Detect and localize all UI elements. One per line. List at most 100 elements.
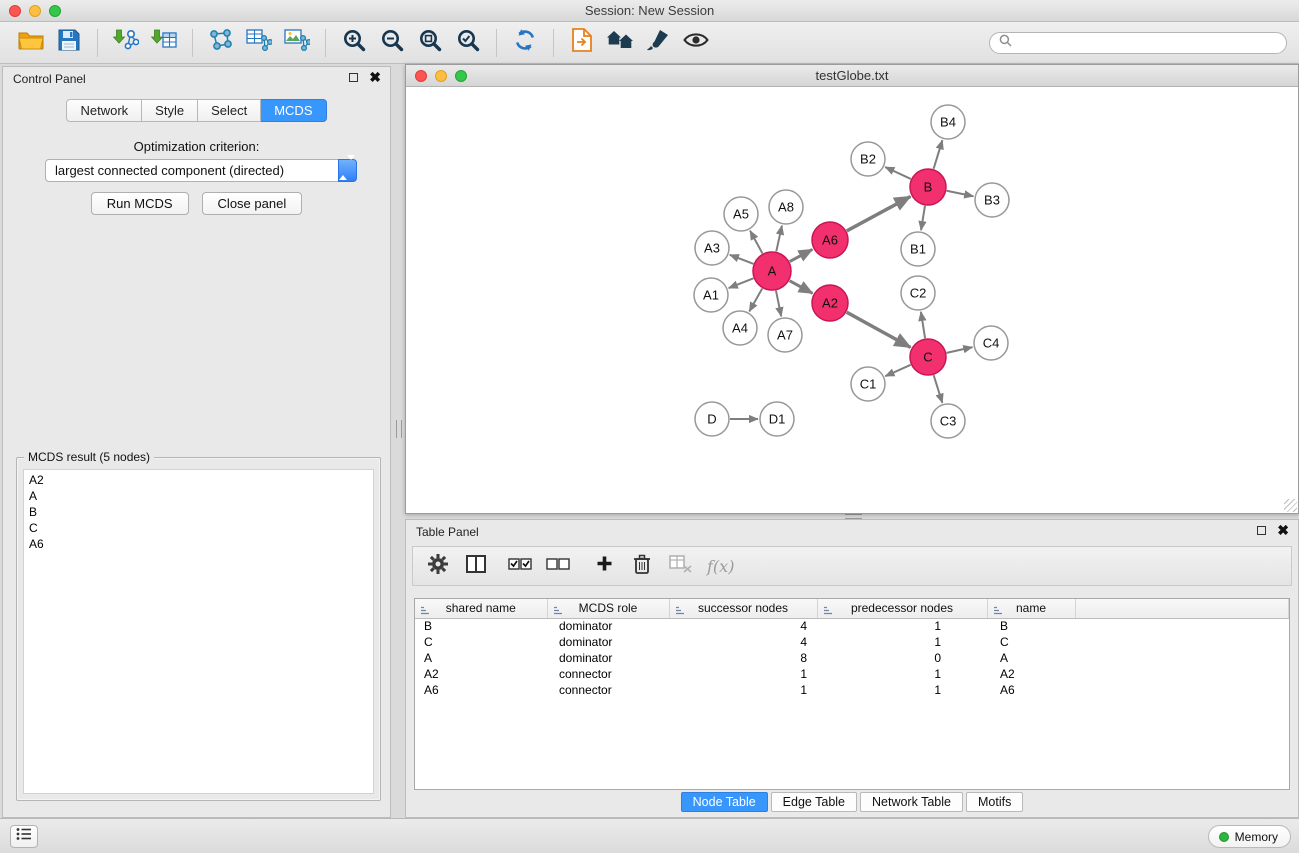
task-history-button[interactable] (10, 825, 38, 848)
edge-C-C1[interactable] (885, 365, 910, 376)
tab-node-table[interactable]: Node Table (681, 792, 768, 812)
optimization-criterion-dropdown[interactable]: largest connected component (directed) (45, 159, 357, 182)
table-cell[interactable]: 1 (669, 682, 817, 698)
edge-A2-C[interactable] (847, 312, 911, 347)
delete-table-button[interactable] (663, 550, 697, 582)
node-table[interactable]: shared nameMCDS rolesuccessor nodesprede… (414, 598, 1290, 790)
network-zoom-button[interactable] (455, 70, 467, 82)
vertical-splitter-handle[interactable] (396, 420, 402, 438)
result-item[interactable]: A2 (24, 472, 373, 488)
table-cell[interactable]: connector (547, 682, 669, 698)
show-columns-button[interactable] (459, 550, 493, 582)
table-cell[interactable]: C (987, 634, 1075, 650)
table-cell[interactable]: A (987, 650, 1075, 666)
table-cell[interactable]: 1 (817, 634, 987, 650)
result-item[interactable]: A (24, 488, 373, 504)
table-cell[interactable]: A6 (415, 682, 547, 698)
refresh-button[interactable] (506, 25, 544, 61)
float-table-panel-icon[interactable] (1257, 526, 1266, 535)
table-cell[interactable]: 0 (817, 650, 987, 666)
table-cell[interactable]: dominator (547, 618, 669, 634)
column-header-predecessor-nodes[interactable]: predecessor nodes (817, 599, 987, 618)
table-cell[interactable]: 1 (817, 666, 987, 682)
dropdown-stepper-icon[interactable] (338, 159, 357, 182)
table-cell[interactable]: 1 (669, 666, 817, 682)
window-resize-grip[interactable] (1284, 499, 1297, 512)
column-header-name[interactable]: name (987, 599, 1075, 618)
edge-B-B3[interactable] (947, 191, 974, 196)
table-cell[interactable]: 4 (669, 634, 817, 650)
table-row[interactable]: Adominator80A (415, 650, 1289, 666)
tab-mcds[interactable]: MCDS (261, 99, 326, 122)
network-close-button[interactable] (415, 70, 427, 82)
save-session-button[interactable] (50, 25, 88, 61)
table-cell[interactable]: 4 (669, 618, 817, 634)
edge-C-C2[interactable] (921, 312, 925, 338)
table-cell[interactable]: 1 (817, 682, 987, 698)
zoom-fit-button[interactable] (449, 25, 487, 61)
table-row[interactable]: A2connector11A2 (415, 666, 1289, 682)
table-cell[interactable]: connector (547, 666, 669, 682)
tab-motifs[interactable]: Motifs (966, 792, 1023, 812)
edge-A-A3[interactable] (730, 255, 754, 264)
edge-B-B1[interactable] (921, 206, 925, 230)
result-item[interactable]: C (24, 520, 373, 536)
table-cell[interactable]: B (415, 618, 547, 634)
deselect-all-button[interactable] (541, 550, 575, 582)
column-header-successor-nodes[interactable]: successor nodes (669, 599, 817, 618)
close-panel-icon[interactable]: ✖ (369, 72, 381, 83)
edge-A-A1[interactable] (729, 278, 754, 288)
edge-C-C4[interactable] (947, 347, 973, 353)
tab-network[interactable]: Network (66, 99, 142, 122)
edge-C-C3[interactable] (934, 375, 943, 403)
tab-style[interactable]: Style (142, 99, 198, 122)
table-row[interactable]: Bdominator41B (415, 618, 1289, 634)
memory-button[interactable]: Memory (1208, 825, 1291, 848)
network-minimize-button[interactable] (435, 70, 447, 82)
float-panel-icon[interactable] (349, 73, 358, 82)
add-column-button[interactable] (587, 550, 621, 582)
table-cell[interactable]: C (415, 634, 547, 650)
table-cell[interactable]: 8 (669, 650, 817, 666)
edge-A-A7[interactable] (776, 291, 781, 317)
search-input[interactable] (1017, 36, 1277, 50)
edge-A-A5[interactable] (750, 231, 762, 254)
paint-style-button[interactable] (639, 25, 677, 61)
zoom-selected-button[interactable] (411, 25, 449, 61)
zoom-in-button[interactable] (335, 25, 373, 61)
column-header-shared-name[interactable]: shared name (415, 599, 547, 618)
network-from-table-button[interactable] (240, 25, 278, 61)
result-item[interactable]: B (24, 504, 373, 520)
open-session-button[interactable] (12, 25, 50, 61)
function-builder-button[interactable]: f(x) (707, 557, 734, 576)
zoom-out-button[interactable] (373, 25, 411, 61)
delete-column-button[interactable] (625, 550, 659, 582)
edge-A-A2[interactable] (790, 281, 813, 294)
document-export-button[interactable] (563, 25, 601, 61)
tab-select[interactable]: Select (198, 99, 261, 122)
table-row[interactable]: A6connector11A6 (415, 682, 1289, 698)
table-cell[interactable]: 1 (817, 618, 987, 634)
edge-B-B2[interactable] (885, 167, 911, 179)
network-canvas[interactable]: B4B2BB3A5A8A6B1A3AC2A1A2A4A7C4CC1C3DD1 (407, 88, 1297, 512)
tab-edge-table[interactable]: Edge Table (771, 792, 857, 812)
edge-A-A8[interactable] (776, 226, 782, 252)
table-cell[interactable]: A2 (987, 666, 1075, 682)
home-views-button[interactable] (601, 25, 639, 61)
table-cell[interactable]: A2 (415, 666, 547, 682)
result-item[interactable]: A6 (24, 536, 373, 552)
zoom-window-button[interactable] (49, 5, 61, 17)
close-table-panel-icon[interactable]: ✖ (1277, 525, 1289, 536)
minimize-window-button[interactable] (29, 5, 41, 17)
table-row[interactable]: Cdominator41C (415, 634, 1289, 650)
mcds-result-list[interactable]: A2ABCA6 (23, 469, 374, 794)
show-details-button[interactable] (677, 25, 715, 61)
edge-B-B4[interactable] (934, 140, 943, 169)
table-settings-button[interactable] (421, 550, 455, 582)
table-cell[interactable]: A (415, 650, 547, 666)
close-window-button[interactable] (9, 5, 21, 17)
edge-A6-B[interactable] (847, 197, 911, 231)
column-header-MCDS-role[interactable]: MCDS role (547, 599, 669, 618)
edge-A-A4[interactable] (749, 288, 762, 311)
run-mcds-button[interactable]: Run MCDS (91, 192, 189, 215)
